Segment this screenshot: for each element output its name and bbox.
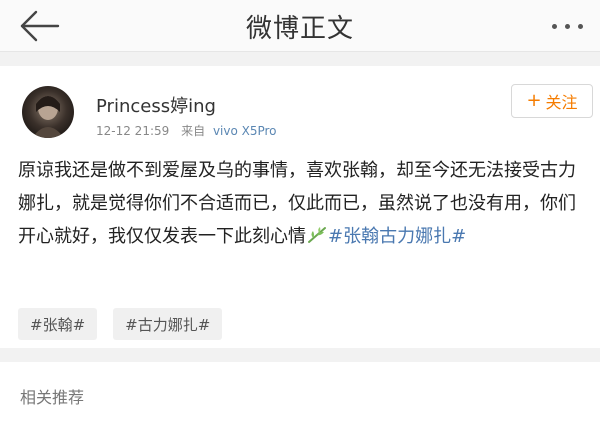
source-label: 来自	[181, 124, 206, 138]
avatar[interactable]	[22, 86, 74, 138]
more-dots-icon	[578, 24, 583, 29]
section-title: 相关推荐	[20, 388, 85, 407]
bamboo-emoji-icon	[307, 222, 327, 243]
post-text: 原谅我还是做不到爱屋及乌的事情，喜欢张翰，却至今还无法接受古力娜扎，就是觉得你们…	[18, 160, 576, 247]
post-time: 12-12 21:59	[96, 124, 170, 138]
related-recommend-section: 相关推荐	[0, 362, 600, 426]
topic-tags: #张翰# #古力娜扎#	[18, 308, 238, 340]
follow-label: 关注	[545, 93, 578, 112]
post-content: 原谅我还是做不到爱屋及乌的事情，喜欢张翰，却至今还无法接受古力娜扎，就是觉得你们…	[18, 154, 590, 253]
more-dots-icon	[565, 24, 570, 29]
page-title: 微博正文	[245, 14, 354, 44]
weibo-post-card: Princess婷ing 12-12 21:59 来自 vivo X5Pro +…	[0, 66, 600, 348]
device-link[interactable]: vivo X5Pro	[213, 124, 277, 138]
follow-button[interactable]: + 关注	[511, 84, 593, 118]
username[interactable]: Princess婷ing	[96, 92, 216, 118]
top-nav-bar: 微博正文	[0, 0, 600, 52]
topic-link[interactable]: #张翰古力娜扎#	[328, 226, 466, 247]
user-avatar-icon	[22, 86, 74, 138]
tag-zhanghan[interactable]: #张翰#	[18, 308, 98, 340]
post-meta: 12-12 21:59 来自 vivo X5Pro	[96, 122, 277, 139]
plus-icon: +	[526, 90, 542, 111]
more-button[interactable]	[548, 10, 588, 42]
tag-gulinazha[interactable]: #古力娜扎#	[113, 308, 223, 340]
more-dots-icon	[552, 24, 557, 29]
